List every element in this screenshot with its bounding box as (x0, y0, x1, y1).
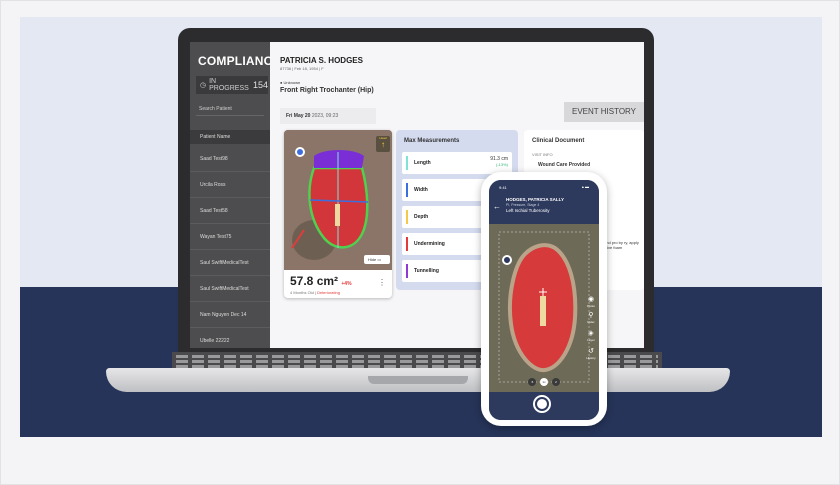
area-delta: +4% (341, 281, 352, 287)
photo-tool-icon[interactable]: ◉ Photo (586, 296, 596, 308)
phone-header: 9:41 ▴ ▬ ← HODGES, PATRICIA SALLY PI, Pr… (489, 180, 599, 224)
camera-viewfinder (489, 224, 599, 392)
clinical-title: Clinical Document (532, 138, 585, 144)
progress-label: IN PROGRESS (209, 78, 249, 92)
shutter-button[interactable] (533, 395, 551, 413)
zoom-option[interactable]: .5 (528, 378, 536, 386)
patient-status: ● Unknown (280, 80, 301, 85)
app-title: COMPLIANCE (198, 54, 281, 68)
ruler-tool-icon[interactable]: ⚲ Ruler (586, 312, 596, 324)
patient-search-input[interactable]: Search Patient (196, 102, 264, 116)
zoom-option[interactable]: 2 (552, 378, 560, 386)
layer-tool-icon[interactable]: ◈ Layer (586, 330, 596, 342)
patient-list-item[interactable]: Saul SwiftMedicalTest (190, 250, 270, 276)
phone-time: 9:41 (499, 185, 507, 190)
clock-icon: ◷ (200, 82, 207, 89)
hide-overlay-button[interactable]: Hide ▭ (364, 255, 390, 264)
wound-card: Head ↑ Hide ▭ 57.8 cm² +4% 4 Months Old |… (284, 130, 392, 298)
patient-meta: 87736 | Feb 18, 1954 | F (280, 66, 324, 71)
event-history-button[interactable]: EVENT HISTORY (564, 102, 644, 122)
wound-age: 4 Months Old | Deteriorating (290, 290, 340, 295)
patient-list-item[interactable]: Nam Nguyen Dec 14 (190, 302, 270, 328)
clinical-notes: and pro by ry, apply ctive foam (604, 240, 639, 250)
back-arrow-icon[interactable]: ← (493, 202, 501, 211)
patient-list-header[interactable]: Patient Name (190, 130, 270, 144)
patient-name: PATRICIA S. HODGES (280, 56, 363, 65)
phone-wound-location: Left Ischial Tuberosity (506, 208, 550, 213)
visit-info-label: VISIT INFO (532, 152, 553, 157)
head-direction-button[interactable]: Head ↑ (376, 136, 390, 152)
assessment-date[interactable]: Fri May 20 2023, 09:23 (280, 108, 376, 124)
patient-list: Saad Test98 Urcila Ross Saad Test58 Waya… (190, 146, 270, 348)
patient-list-item[interactable]: Urcila Ross (190, 172, 270, 198)
phone-screen: 9:41 ▴ ▬ ← HODGES, PATRICIA SALLY PI, Pr… (489, 180, 599, 420)
patient-list-item[interactable]: Saad Test58 (190, 198, 270, 224)
phone-patient-info: PI, Pressure, Stage 4 (506, 203, 540, 207)
signal-battery-icon: ▴ ▬ (581, 184, 589, 189)
patient-list-item[interactable]: Saul SwiftMedicalTest (190, 276, 270, 302)
wound-care-label: Wound Care Provided (538, 162, 591, 168)
wound-location: Front Right Trochanter (Hip) (280, 87, 374, 94)
measurement-length[interactable]: Length 91.3 cm (-13%) (402, 152, 512, 174)
history-tool-icon[interactable]: ↺ History (586, 348, 596, 360)
zoom-option-selected[interactable]: 1x (540, 378, 548, 386)
sidebar: COMPLIANCE ◷ IN PROGRESS 154 Search Pati… (190, 42, 280, 348)
laptop-notch (368, 376, 468, 384)
progress-filter[interactable]: ◷ IN PROGRESS 154 (196, 76, 268, 94)
wound-area: 57.8 cm² +4% (290, 274, 352, 288)
zoom-selector: .5 1x 2 (528, 378, 560, 386)
phone-patient-name: HODGES, PATRICIA SALLY (506, 197, 565, 202)
patient-list-item[interactable]: Ubelle 22222 (190, 328, 270, 348)
measurements-title: Max Measurements (404, 138, 460, 144)
patient-list-item[interactable]: Wayan Test75 (190, 224, 270, 250)
patient-list-item[interactable]: Saad Test98 (190, 146, 270, 172)
progress-count: 154 (252, 80, 268, 90)
more-options-icon[interactable]: ⋮ (378, 278, 386, 287)
